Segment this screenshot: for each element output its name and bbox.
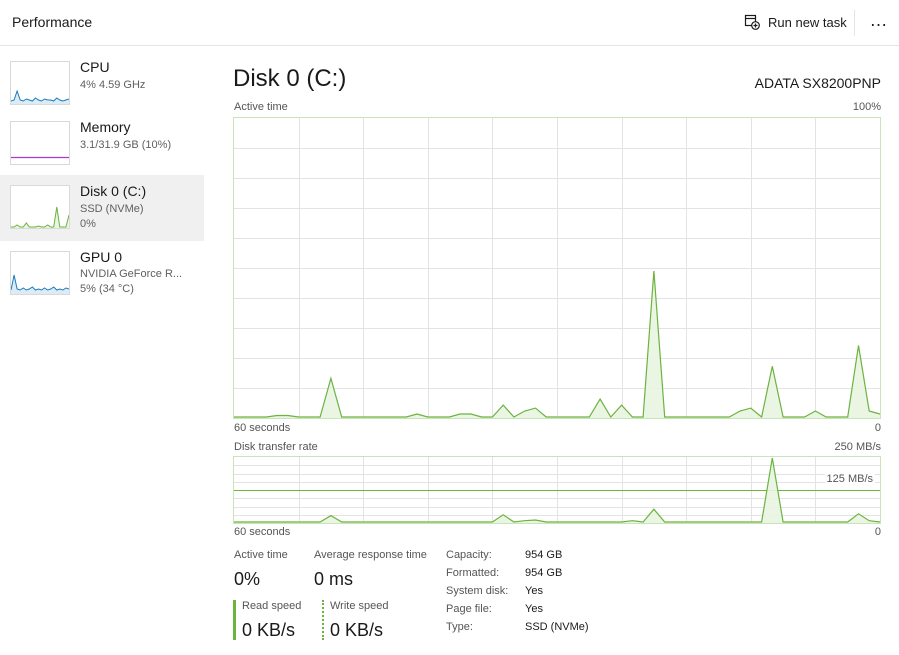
cpu-thumbnail-graph	[10, 61, 70, 105]
type-label: Type:	[446, 621, 473, 633]
sidebar: CPU 4% 4.59 GHz Memory 3.1/31.9 GB (10%)…	[0, 47, 204, 655]
transfer-rate-max-label: 250 MB/s	[834, 441, 881, 453]
system-disk-label: System disk:	[446, 585, 509, 597]
page-title: Performance	[12, 14, 93, 30]
sidebar-item-detail: SSD (NVMe)	[80, 203, 144, 215]
write-speed-indicator	[322, 600, 324, 640]
thumbnail-area	[11, 207, 69, 228]
page-file-label: Page file:	[446, 603, 492, 615]
sidebar-item-cpu[interactable]: CPU 4% 4.59 GHz	[0, 55, 204, 111]
capacity-value: 954 GB	[525, 549, 563, 561]
active-time-x-left: 60 seconds	[234, 422, 291, 434]
sidebar-item-usage: 0%	[80, 218, 96, 230]
write-speed-value: 0 KB/s	[330, 620, 384, 640]
run-task-icon	[744, 14, 760, 30]
transfer-rate-chart-label: Disk transfer rate	[234, 441, 318, 453]
transfer-rate-mid-label: 125 MB/s	[824, 473, 875, 485]
active-time-x-right: 0	[874, 422, 881, 434]
avg-response-value: 0 ms	[314, 569, 354, 589]
transfer-rate-x-left: 60 seconds	[234, 526, 291, 538]
capacity-label: Capacity:	[446, 549, 492, 561]
formatted-value: 954 GB	[525, 567, 563, 579]
title-bar: Performance Run new task …	[0, 0, 899, 46]
page-file-value: Yes	[525, 603, 543, 615]
active-time-chart-label: Active time	[234, 101, 288, 113]
active-time-stat-value: 0%	[234, 569, 261, 589]
sidebar-item-label: GPU 0	[80, 249, 123, 265]
thumbnail-area	[11, 275, 69, 294]
sidebar-item-detail: 4% 4.59 GHz	[80, 79, 146, 91]
avg-response-label: Average response time	[314, 549, 427, 561]
system-disk-value: Yes	[525, 585, 543, 597]
write-speed-label: Write speed	[330, 600, 389, 612]
thumbnail-line	[11, 89, 69, 102]
transfer-rate-chart: 125 MB/s	[233, 456, 881, 524]
more-icon[interactable]: …	[866, 8, 892, 36]
header-divider	[854, 10, 855, 36]
transfer-rate-x-right: 0	[874, 526, 881, 538]
active-time-stat-label: Active time	[234, 549, 288, 561]
sidebar-item-usage: 5% (34 °C)	[80, 283, 134, 295]
run-new-task-button[interactable]: Run new task	[744, 12, 847, 32]
run-new-task-label: Run new task	[768, 14, 847, 30]
sidebar-item-label: Disk 0 (C:)	[80, 183, 147, 199]
disk-title: Disk 0 (C:)	[233, 65, 347, 92]
thumbnail-line	[11, 206, 69, 228]
read-speed-label: Read speed	[242, 600, 302, 612]
gpu-thumbnail-graph	[10, 251, 70, 295]
sidebar-item-label: CPU	[80, 59, 110, 75]
read-speed-indicator	[233, 600, 236, 640]
sidebar-item-label: Memory	[80, 119, 131, 135]
sidebar-item-disk[interactable]: Disk 0 (C:) SSD (NVMe) 0%	[0, 175, 204, 241]
type-value: SSD (NVMe)	[525, 621, 589, 633]
sidebar-item-detail: NVIDIA GeForce R...	[80, 268, 183, 280]
sidebar-item-detail: 3.1/31.9 GB (10%)	[80, 139, 172, 151]
active-time-max-label: 100%	[852, 101, 881, 113]
disk-thumbnail-graph	[10, 185, 70, 229]
thumbnail-line	[11, 274, 69, 291]
sidebar-item-memory[interactable]: Memory 3.1/31.9 GB (10%)	[0, 115, 204, 171]
read-speed-value: 0 KB/s	[242, 620, 296, 640]
memory-thumbnail-graph	[10, 121, 70, 165]
active-time-chart	[233, 117, 881, 419]
formatted-label: Formatted:	[446, 567, 500, 579]
sidebar-item-gpu[interactable]: GPU 0 NVIDIA GeForce R... 5% (34 °C)	[0, 245, 204, 305]
disk-model: ADATA SX8200PNP	[754, 75, 881, 91]
